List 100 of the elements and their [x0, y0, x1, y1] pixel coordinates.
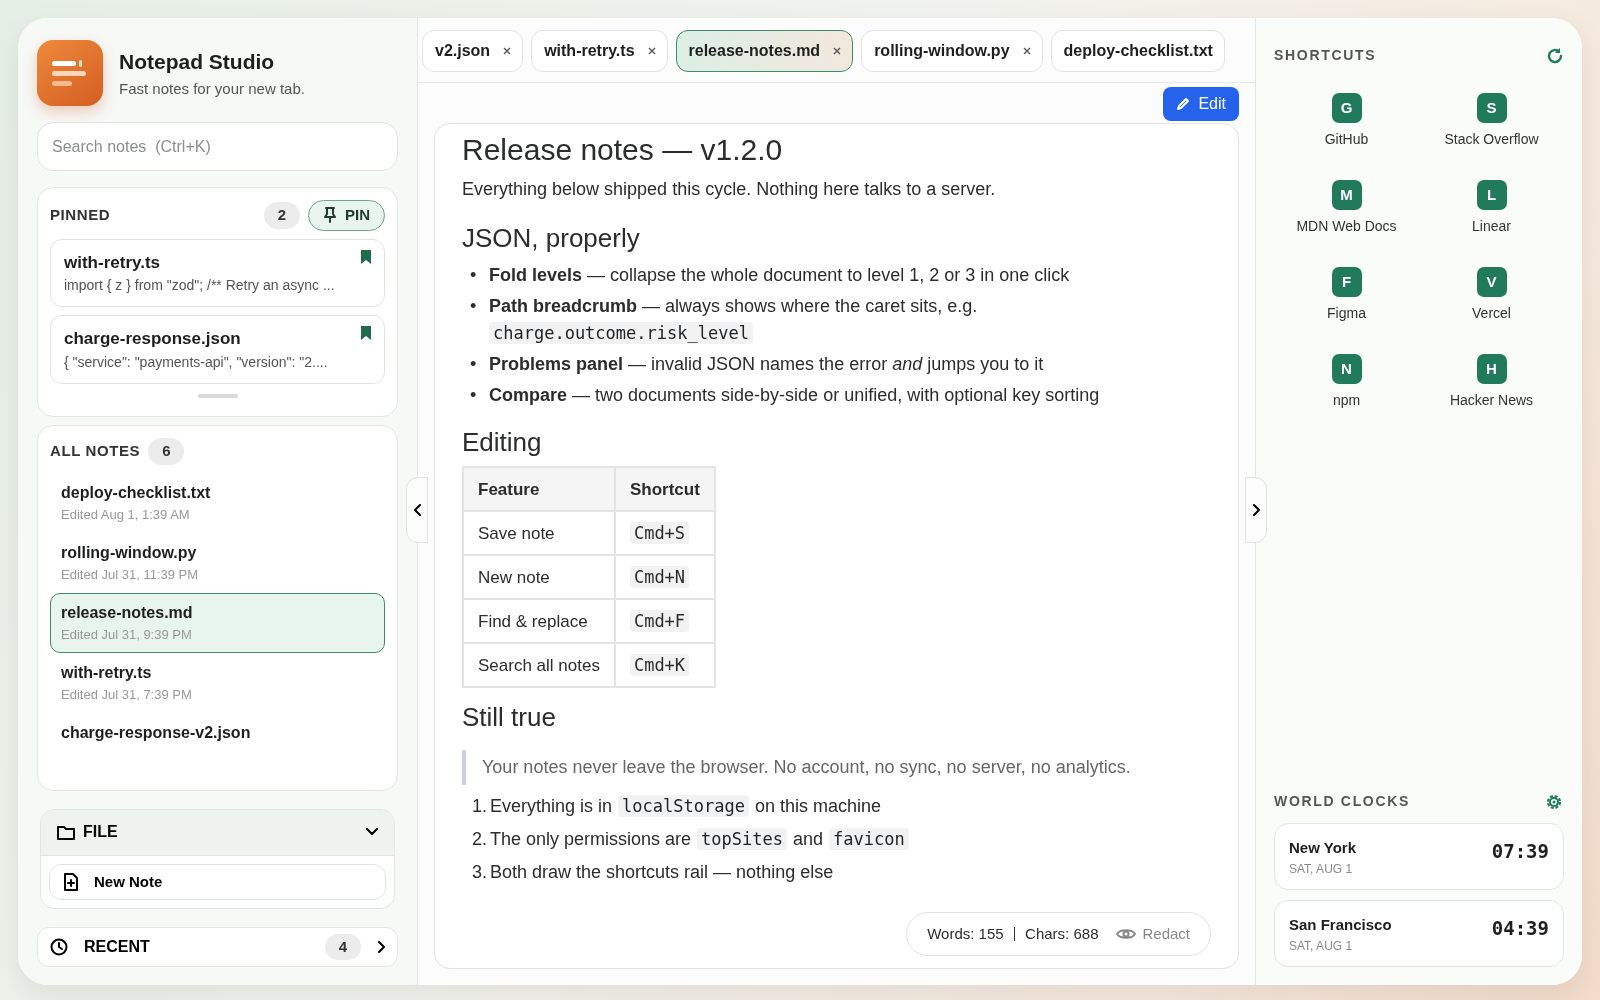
- bullet-text: Path breadcrumb — always shows where the caret sits, e.g. charge.outcome.risk_level: [489, 295, 978, 347]
- note-item[interactable]: rolling-window.py Edited Jul 31, 11:39 PM: [50, 532, 385, 593]
- note-item[interactable]: charge-response-v2.json: [50, 712, 385, 773]
- note-item[interactable]: deploy-checklist.txt Edited Aug 1, 1:39 AM: [50, 472, 385, 533]
- shortcut-key: Cmd+K: [629, 653, 690, 676]
- city-name: New York: [1289, 838, 1356, 858]
- list-number: 1.: [471, 794, 488, 818]
- search-field[interactable]: Search notes (Ctrl+K): [37, 122, 398, 171]
- folder-icon: [57, 824, 75, 840]
- refresh-icon: [1546, 46, 1564, 65]
- note-title: deploy-checklist.txt: [61, 482, 212, 503]
- table-header: Shortcut: [614, 467, 715, 512]
- pin-icon: [323, 207, 337, 224]
- chevron-right-icon: [377, 941, 385, 953]
- new-note-button[interactable]: New Note: [49, 863, 386, 900]
- section-title: WORLD CLOCKS: [1274, 791, 1411, 811]
- note-date: Edited Aug 1, 1:39 AM: [61, 505, 191, 524]
- count-badge: 4: [324, 933, 361, 961]
- app-tagline: Fast notes for your new tab.: [119, 78, 305, 99]
- bullet-text: Problems panel — invalid JSON names the error and jumps you to it: [489, 353, 1044, 377]
- bullet-text: Compare — two documents side-by-side or unified, with optional key sorting: [489, 384, 1100, 408]
- pinned-note[interactable]: with-retry.ts import { z } from "zod"; /** Retry an async ...: [50, 238, 385, 307]
- note-date: Edited Jul 31, 11:39 PM: [61, 565, 200, 584]
- shortcut-link[interactable]: V Vercel: [1419, 267, 1564, 324]
- shortcut-key: Cmd+N: [629, 565, 690, 588]
- shortcut-link[interactable]: S Stack Overflow: [1419, 93, 1564, 150]
- note-title: with-retry.ts: [64, 251, 161, 274]
- file-tab[interactable]: with-retry.ts: [531, 30, 668, 72]
- file-tab[interactable]: rolling-window.py: [861, 30, 1043, 72]
- note-item[interactable]: with-retry.ts Edited Jul 31, 7:39 PM: [50, 652, 385, 713]
- shortcut-key: Cmd+F: [629, 609, 690, 632]
- site-letter-icon: H: [1476, 354, 1507, 384]
- clock-icon: [50, 938, 68, 956]
- edit-button[interactable]: Edit: [1163, 87, 1239, 121]
- close-tab-button[interactable]: [503, 47, 512, 55]
- count-badge: 6: [148, 438, 185, 465]
- count-badge: 2: [263, 202, 300, 229]
- pin-button[interactable]: PIN: [308, 200, 385, 231]
- numbered-text: Everything is in localStorage on this machine: [490, 793, 882, 819]
- recent-button[interactable]: RECENT 4: [37, 927, 398, 967]
- redact-button[interactable]: Redact: [1116, 922, 1190, 945]
- shortcut-label: Figma: [1327, 304, 1366, 323]
- shortcut-key: Cmd+S: [629, 521, 690, 544]
- note-date: Edited Jul 31, 9:39 PM: [61, 625, 193, 644]
- list-number: 3.: [471, 860, 488, 884]
- scroll-handle[interactable]: [197, 393, 238, 398]
- file-tab[interactable]: v2.json: [422, 30, 524, 72]
- file-menu-header[interactable]: FILE: [41, 809, 394, 856]
- char-count: Chars: 688: [1025, 923, 1099, 944]
- note-title: rolling-window.py: [61, 542, 198, 563]
- chevron-right-icon: [1252, 504, 1260, 516]
- shortcut-link[interactable]: N npm: [1274, 354, 1419, 411]
- bullet-marker: •: [470, 353, 478, 377]
- file-plus-icon: [64, 872, 78, 891]
- pinned-note[interactable]: charge-response.json { "service": "payments-api", "version": "2....: [50, 315, 385, 384]
- close-tab-button[interactable]: [833, 47, 842, 55]
- bookmark-icon: [361, 249, 371, 264]
- recent-label: RECENT: [84, 937, 150, 957]
- shortcut-link[interactable]: G GitHub: [1274, 93, 1419, 150]
- file-tab[interactable]: deploy-checklist.txt: [1050, 30, 1225, 72]
- shortcut-link[interactable]: M MDN Web Docs: [1274, 180, 1419, 237]
- collapse-rail-button[interactable]: [1245, 477, 1267, 543]
- site-letter-icon: N: [1331, 354, 1362, 384]
- section-title: ALL NOTES: [50, 441, 141, 461]
- shortcut-label: Hacker News: [1449, 391, 1534, 410]
- shortcut-link[interactable]: F Figma: [1274, 267, 1419, 324]
- site-letter-icon: M: [1331, 180, 1362, 210]
- note-item[interactable]: release-notes.md Edited Jul 31, 9:39 PM: [50, 592, 385, 653]
- eye-icon: [1116, 927, 1137, 940]
- shortcut-link[interactable]: H Hacker News: [1419, 354, 1564, 411]
- pencil-icon: [1176, 97, 1191, 111]
- section-heading: JSON, properly: [462, 223, 641, 255]
- numbered-text: Both draw the shortcuts rail — nothing else: [490, 860, 835, 884]
- note-title: with-retry.ts: [61, 662, 153, 683]
- word-count: Words: 155: [927, 923, 1004, 944]
- note-title: charge-response.json: [64, 328, 241, 350]
- note-title: charge-response-v2.json: [61, 722, 252, 743]
- bookmark-icon: [361, 326, 371, 340]
- close-tab-button[interactable]: [647, 47, 656, 55]
- site-letter-icon: S: [1476, 93, 1507, 123]
- bullet-marker: •: [470, 264, 478, 288]
- numbered-text: The only permissions are topSites and favicon: [490, 825, 915, 853]
- file-tab[interactable]: release-notes.md: [675, 30, 854, 72]
- close-icon: [647, 47, 656, 55]
- section-title: SHORTCUTS: [1274, 45, 1377, 65]
- list-number: 2.: [471, 827, 488, 851]
- app-name: Notepad Studio: [119, 49, 276, 75]
- chevron-left-icon: [413, 504, 421, 516]
- close-tab-button[interactable]: [1022, 47, 1031, 55]
- shortcut-label: Linear: [1472, 217, 1511, 236]
- site-letter-icon: F: [1331, 267, 1362, 297]
- shortcut-link[interactable]: L Linear: [1419, 180, 1564, 237]
- clock-date: SAT, AUG 1: [1289, 860, 1354, 878]
- site-letter-icon: L: [1476, 180, 1507, 210]
- shortcut-label: GitHub: [1324, 130, 1369, 149]
- collapse-sidebar-button[interactable]: [406, 477, 428, 543]
- table-header: Feature: [463, 467, 615, 512]
- table-cell: Find & replace: [463, 599, 615, 644]
- section-heading: Editing: [462, 427, 543, 459]
- section-title: PINNED: [50, 205, 111, 225]
